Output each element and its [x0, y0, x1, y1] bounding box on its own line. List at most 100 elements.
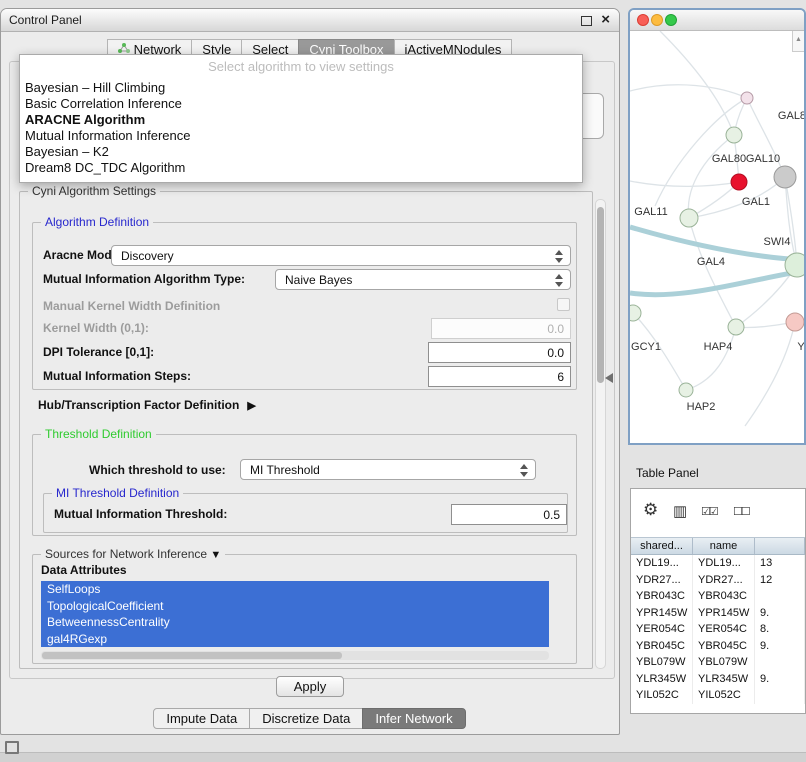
algorithm-option[interactable]: Bayesian – Hill Climbing	[23, 80, 579, 96]
scrollbar-thumb[interactable]	[597, 207, 604, 383]
network-node[interactable]	[786, 313, 804, 331]
close-traffic-light[interactable]	[637, 14, 649, 26]
mi-steps-field[interactable]: 6	[428, 366, 571, 387]
table-cell: YDR27...	[631, 572, 693, 589]
gear-icon[interactable]: ⚙	[643, 500, 658, 520]
table-cell: YBR045C	[693, 638, 755, 655]
network-edge	[655, 98, 747, 206]
which-threshold-select[interactable]: MI Threshold	[240, 459, 536, 480]
network-node[interactable]	[726, 127, 742, 143]
algorithm-option[interactable]: ARACNE Algorithm	[23, 112, 579, 128]
network-node[interactable]	[785, 253, 804, 277]
group-title: MI Threshold Definition	[52, 486, 183, 500]
chevron-right-icon: ▶	[247, 399, 255, 412]
hub-definition-label: Hub/Transcription Factor Definition	[38, 398, 239, 412]
table-cell: YER054C	[693, 621, 755, 638]
table-row[interactable]: YDR27...YDR27...12	[631, 572, 805, 589]
table-cell	[755, 588, 805, 605]
table-cell: YDL19...	[693, 555, 755, 572]
table-cell: 9.	[755, 605, 805, 622]
network-node-label: GAL8	[778, 110, 804, 122]
select-all-columns-icon[interactable]: ☑☑	[701, 505, 717, 518]
window-title: Control Panel	[9, 13, 82, 27]
cyni-algorithm-settings-group: Cyni Algorithm Settings Algorithm Defini…	[19, 191, 593, 669]
column-header-name[interactable]: name	[693, 538, 755, 554]
table-cell: 13	[755, 555, 805, 572]
table-row[interactable]: YBL079WYBL079W	[631, 654, 805, 671]
data-attributes-list[interactable]: SelfLoopsTopologicalCoefficientBetweenne…	[41, 581, 549, 647]
algorithm-option[interactable]: Bayesian – K2	[23, 144, 579, 160]
tab-impute-data[interactable]: Impute Data	[153, 708, 250, 729]
mi-threshold-label: Mutual Information Threshold:	[54, 507, 227, 521]
network-node[interactable]	[680, 209, 698, 227]
network-node[interactable]	[774, 166, 796, 188]
table-header: shared... name	[631, 537, 805, 555]
chevron-down-icon: ▼	[210, 549, 221, 561]
float-window-icon[interactable]	[581, 16, 592, 26]
network-edge	[688, 135, 734, 218]
algorithm-list: Bayesian – Hill ClimbingBasic Correlatio…	[23, 80, 579, 176]
mi-type-select[interactable]: Naive Bayes	[275, 269, 571, 290]
minimize-traffic-light[interactable]	[651, 14, 663, 26]
scrollbar-thumb[interactable]	[42, 652, 342, 659]
network-node[interactable]	[731, 174, 747, 190]
network-node[interactable]	[741, 92, 753, 104]
table-cell: YLR345W	[693, 671, 755, 688]
network-node-label: HAP4	[704, 341, 733, 353]
table-row[interactable]: YIL052CYIL052C	[631, 687, 805, 704]
mi-threshold-field[interactable]: 0.5	[451, 504, 567, 525]
algorithm-option[interactable]: Mutual Information Inference	[23, 128, 579, 144]
deselect-all-columns-icon[interactable]: ☐☐	[733, 505, 749, 518]
stepper-icon	[555, 274, 564, 287]
algorithm-option[interactable]: Basic Correlation Inference	[23, 96, 579, 112]
data-attribute-item[interactable]: SelfLoops	[41, 581, 549, 598]
network-edge	[689, 218, 736, 327]
table-row[interactable]: YBR043CYBR043C	[631, 588, 805, 605]
dpi-tolerance-field[interactable]: 0.0	[428, 342, 571, 363]
mi-type-value: Naive Bayes	[285, 273, 352, 287]
which-threshold-value: MI Threshold	[250, 463, 320, 477]
table-cell: YBR045C	[631, 638, 693, 655]
column-header-partial[interactable]	[755, 538, 805, 554]
table-row[interactable]: YER054CYER054C8.	[631, 621, 805, 638]
network-node[interactable]	[728, 319, 744, 335]
algorithm-option[interactable]: Dream8 DC_TDC Algorithm	[23, 160, 579, 176]
aracne-mode-select[interactable]: Discovery	[111, 245, 571, 266]
scroll-up-icon[interactable]: ▲	[792, 31, 804, 52]
network-node[interactable]	[679, 383, 693, 397]
table-cell: 8.	[755, 621, 805, 638]
column-header-shared-name[interactable]: shared...	[631, 538, 693, 554]
table-panel-title: Table Panel	[636, 466, 699, 480]
network-edge	[745, 322, 795, 426]
algorithm-definition-group: Algorithm Definition Aracne Mode: Discov…	[32, 222, 577, 390]
table-cell: YBL079W	[631, 654, 693, 671]
sources-toggle[interactable]: Sources for Network Inference ▼	[41, 547, 225, 561]
table-row[interactable]: YPR145WYPR145W9.	[631, 605, 805, 622]
hub-definition-toggle[interactable]: Hub/Transcription Factor Definition ▶	[38, 398, 256, 412]
tab-infer-network[interactable]: Infer Network	[362, 708, 465, 729]
columns-icon[interactable]: ▥	[673, 502, 687, 520]
table-row[interactable]: YLR345WYLR345W9.	[631, 671, 805, 688]
network-edge	[785, 177, 797, 265]
network-canvas[interactable]: GAL8GAL80GAL10GAL11GAL1SWI4GAL4GCY1HAP4Y…	[630, 31, 804, 444]
table-cell: YBR043C	[693, 588, 755, 605]
horizontal-scrollbar[interactable]	[41, 651, 549, 660]
zoom-traffic-light[interactable]	[665, 14, 677, 26]
close-icon[interactable]: ×	[601, 11, 610, 29]
vertical-scrollbar[interactable]	[595, 199, 606, 669]
tab-discretize-data[interactable]: Discretize Data	[249, 708, 363, 729]
data-attribute-item[interactable]: BetweennessCentrality	[41, 614, 549, 631]
panel-collapse-arrow-icon[interactable]	[605, 373, 613, 383]
table-row[interactable]: YBR045CYBR045C9.	[631, 638, 805, 655]
data-attribute-item[interactable]: TopologicalCoefficient	[41, 598, 549, 615]
network-edge	[686, 327, 736, 390]
minimized-panel-icon[interactable]	[5, 741, 19, 754]
control-panel-titlebar[interactable]: Control Panel ×	[1, 9, 619, 32]
table-row[interactable]: YDL19...YDL19...13	[631, 555, 805, 572]
network-node[interactable]	[630, 305, 641, 321]
network-view-titlebar[interactable]	[630, 10, 804, 31]
group-title: Threshold Definition	[41, 427, 156, 441]
data-attribute-item[interactable]: gal4RGexp	[41, 631, 549, 648]
table-cell: YLR345W	[631, 671, 693, 688]
apply-button[interactable]: Apply	[276, 676, 344, 697]
